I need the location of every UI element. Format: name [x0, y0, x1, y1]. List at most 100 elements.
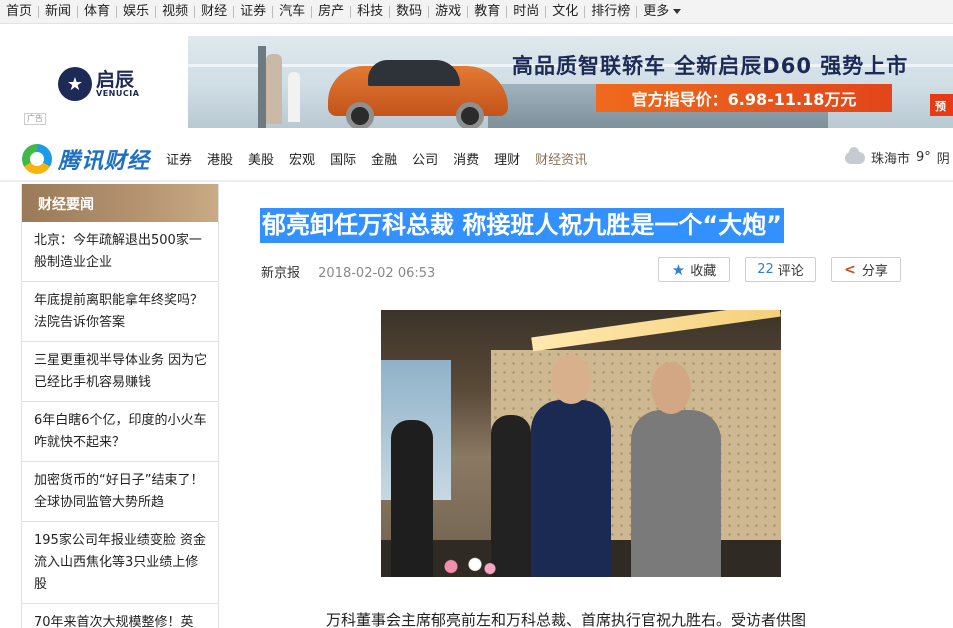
sidebar-news-item[interactable]: 三星更重视半导体业务 因为它已经比手机容易赚钱 [22, 342, 218, 402]
tencent-finance-logo[interactable]: 腾讯财经 [22, 143, 150, 175]
nav-rank[interactable]: 排行榜 [591, 0, 630, 24]
comment-button[interactable]: 22 评论 [745, 257, 816, 282]
nav-digital[interactable]: 数码 [396, 0, 422, 24]
article-datetime: 2018-02-02 06:53 [318, 266, 436, 281]
comment-label: 评论 [777, 264, 804, 279]
photo-flowers [439, 556, 499, 577]
nav-divider [636, 5, 638, 18]
article-title: 郁亮卸任万科总裁 称接班人祝九胜是一个“大炮” [262, 211, 782, 239]
share-button[interactable]: < 分享 [831, 257, 901, 282]
nav-divider [506, 5, 508, 18]
brand-name: 腾讯财经 [58, 149, 151, 174]
nav-divider [272, 5, 274, 18]
logo-text: 启辰 VENUCIA [96, 68, 140, 98]
share-label: 分享 [861, 264, 888, 279]
banner-corner-tag: 预 [930, 94, 953, 116]
photo-person-left [531, 400, 611, 577]
nav-culture[interactable]: 文化 [552, 0, 578, 24]
wheel-icon [456, 102, 484, 128]
channel-link-securities[interactable]: 证券 [166, 149, 192, 168]
nav-video[interactable]: 视频 [162, 0, 188, 24]
channel-link-hk[interactable]: 港股 [207, 149, 233, 168]
nav-news[interactable]: 新闻 [45, 0, 71, 24]
nav-home[interactable]: 首页 [6, 0, 32, 24]
nav-fashion[interactable]: 时尚 [513, 0, 539, 24]
nav-finance[interactable]: 财经 [201, 0, 227, 24]
cloud-icon [845, 146, 865, 164]
photo-person-left-head [551, 354, 591, 404]
star-icon: ★ [58, 67, 92, 101]
channel-link-consumer[interactable]: 消费 [453, 149, 479, 168]
channel-link-macro[interactable]: 宏观 [289, 149, 315, 168]
photo-person-right [631, 410, 721, 577]
nav-more-label: 更多 [643, 3, 670, 19]
logo-cn: 启辰 [96, 68, 135, 91]
favorite-label: 收藏 [690, 264, 717, 279]
nav-divider [428, 5, 430, 18]
nav-auto[interactable]: 汽车 [279, 0, 305, 24]
nav-divider [389, 5, 391, 18]
weather-temp: 9° [916, 150, 931, 165]
banner-pole [258, 46, 266, 128]
sidebar-news-item[interactable]: 6年白瞎6个亿，印度的小火车咋就快不起来？ [22, 402, 218, 462]
nav-games[interactable]: 游戏 [435, 0, 461, 24]
favorite-button[interactable]: ★ 收藏 [658, 257, 730, 282]
nav-divider [311, 5, 313, 18]
nav-divider [350, 5, 352, 18]
venucia-logo[interactable]: ★ 启辰 VENUCIA [58, 64, 153, 104]
banner-price-bar: 官方指导价：6.98-11.18万元 [596, 84, 892, 112]
nav-divider [233, 5, 235, 18]
nav-ent[interactable]: 娱乐 [123, 0, 149, 24]
channel-link-company[interactable]: 公司 [412, 149, 438, 168]
ad-tag: 广告 [24, 113, 46, 125]
photo-cameraman [491, 415, 531, 577]
banner-car-window [368, 60, 460, 86]
banner-price: 官方指导价：6.98-11.18万元 [631, 90, 857, 109]
star-icon: ★ [671, 260, 686, 279]
channel-link-wealth[interactable]: 理财 [494, 149, 520, 168]
sidebar-news-item[interactable]: 195家公司年报业绩变脸 资金流入山西焦化等3只业绩上修股 [22, 522, 218, 604]
comment-count: 22 [757, 262, 774, 277]
channel-link-finance-news[interactable]: 财经资讯 [535, 149, 587, 168]
sidebar-news-item[interactable]: 加密货币的“好日子”结束了！全球协同监管大势所趋 [22, 462, 218, 522]
weather-widget[interactable]: 珠海市 9° 阴 [845, 146, 950, 167]
nav-divider [194, 5, 196, 18]
caret-down-icon [673, 8, 682, 14]
banner-slogan: 高品质智联轿车 全新启辰D60 强势上市 [512, 54, 909, 78]
article-source: 新京报 [261, 266, 301, 281]
banner-person [266, 54, 282, 124]
ad-banner[interactable]: 高品质智联轿车 全新启辰D60 强势上市 官方指导价：6.98-11.18万元 … [188, 36, 953, 128]
article-photo [381, 310, 781, 577]
share-icon: < [844, 261, 856, 278]
article-meta: 新京报 2018-02-02 06:53 [261, 262, 435, 281]
channel-link-banking[interactable]: 金融 [371, 149, 397, 168]
weather-city: 珠海市 [871, 152, 911, 167]
nav-divider [545, 5, 547, 18]
channel-bar: 腾讯财经 证券 港股 美股 宏观 国际 金融 公司 消费 理财 财经资讯 珠海市… [0, 138, 953, 182]
channel-link-intl[interactable]: 国际 [330, 149, 356, 168]
nav-sports[interactable]: 体育 [84, 0, 110, 24]
channel-link-us[interactable]: 美股 [248, 149, 274, 168]
photo-person-right-head [651, 362, 691, 414]
article-title-selection: 郁亮卸任万科总裁 称接班人祝九胜是一个“大炮” [260, 208, 784, 243]
photo-cameraman [391, 420, 433, 577]
photo-ceiling-light [531, 310, 781, 352]
nav-stock[interactable]: 证券 [240, 0, 266, 24]
sidebar-news-item[interactable]: 70年来首次大规模整修！英 [22, 604, 218, 628]
nav-house[interactable]: 房产 [318, 0, 344, 24]
logo-en: VENUCIA [96, 88, 140, 98]
nav-tech[interactable]: 科技 [357, 0, 383, 24]
nav-divider [155, 5, 157, 18]
sidebar-news-item[interactable]: 北京：今年疏解退出500家一般制造业企业 [22, 222, 218, 282]
tencent-logo-icon [22, 144, 52, 174]
sidebar-top-news: 财经要闻 北京：今年疏解退出500家一般制造业企业 年底提前离职能拿年终奖吗？法… [21, 184, 219, 628]
nav-more[interactable]: 更多 [643, 0, 682, 24]
banner-child [288, 72, 300, 122]
weather-desc: 阴 [936, 152, 950, 167]
nav-divider [584, 5, 586, 18]
nav-divider [77, 5, 79, 18]
sidebar-news-item[interactable]: 年底提前离职能拿年终奖吗？法院告诉你答案 [22, 282, 218, 342]
nav-divider [38, 5, 40, 18]
nav-edu[interactable]: 教育 [474, 0, 500, 24]
nav-divider [116, 5, 118, 18]
